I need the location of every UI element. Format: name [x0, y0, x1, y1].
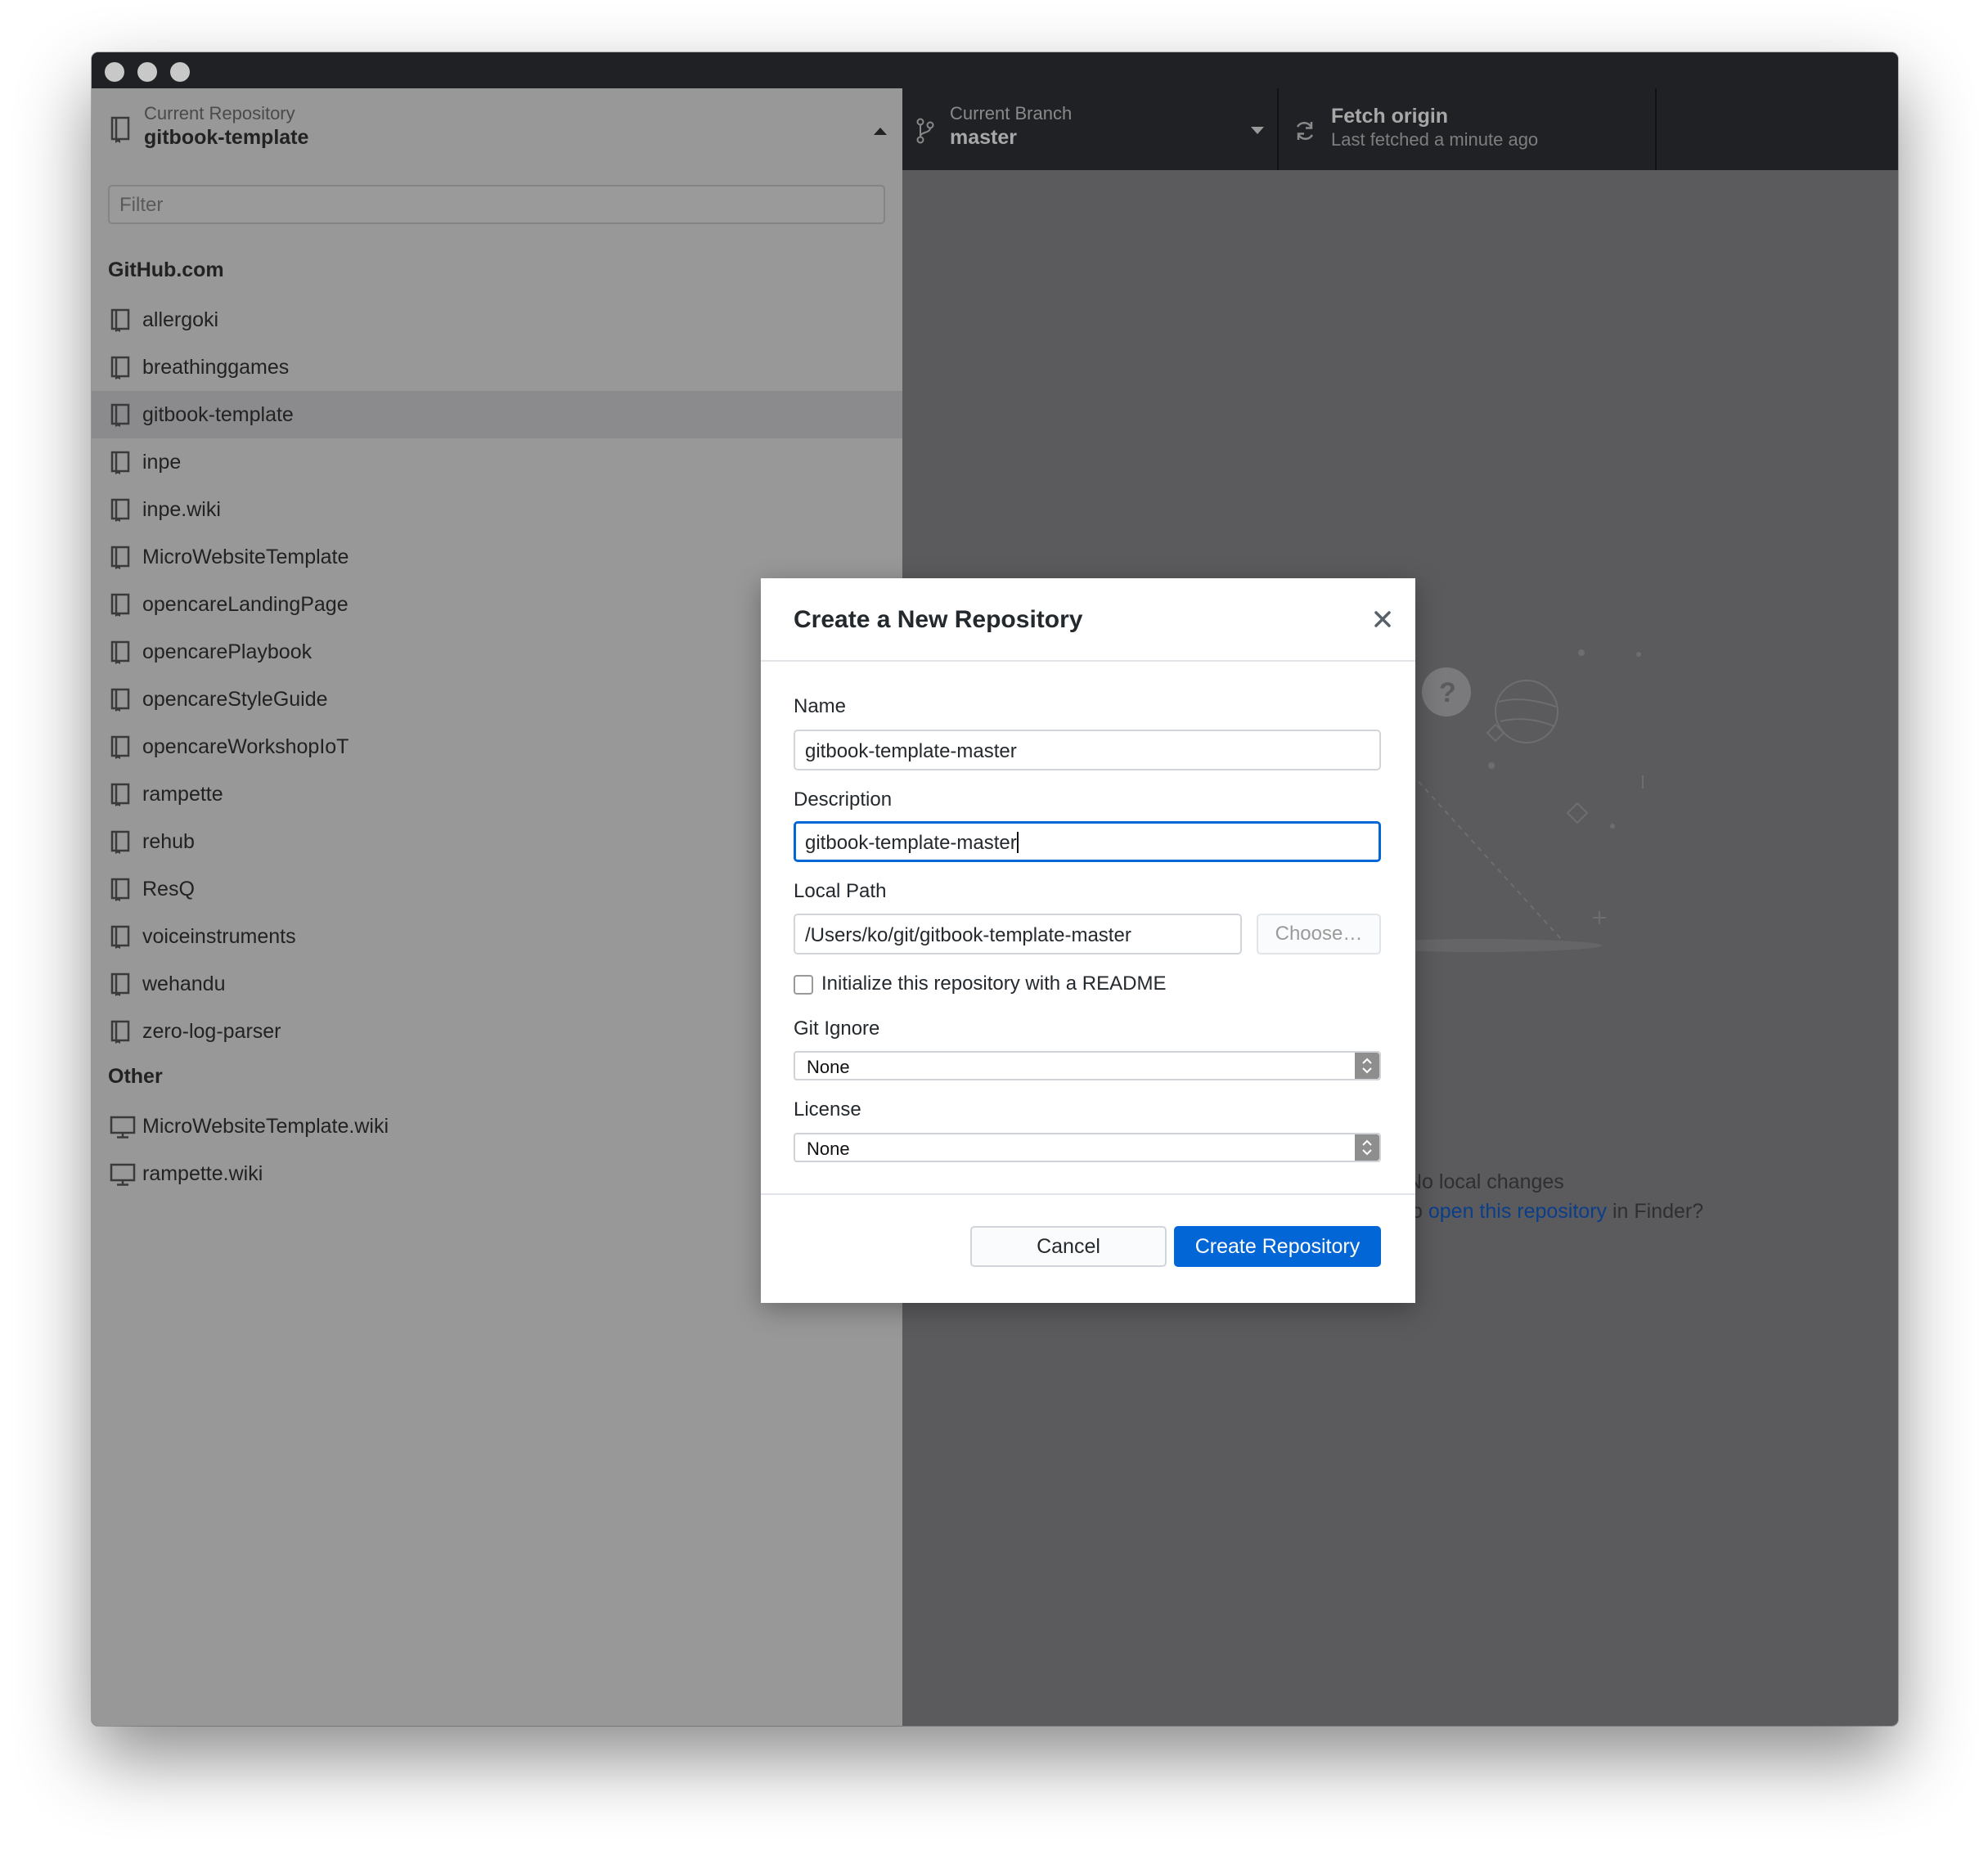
repo-icon [110, 1020, 131, 1049]
current-branch-button[interactable]: Current Branch master [902, 88, 1279, 170]
app-window: Current Repository gitbook-template Curr… [92, 52, 1898, 1726]
git-ignore-label: Git Ignore [794, 1017, 880, 1040]
repository-list-item-label: wehandu [142, 972, 226, 995]
cancel-button[interactable]: Cancel [970, 1226, 1167, 1267]
local-path-label: Local Path [794, 880, 887, 902]
dialog-footer: Cancel Create Repository [761, 1193, 1415, 1305]
repo-icon [110, 498, 131, 527]
open-repository-link[interactable]: open this repository [1428, 1200, 1607, 1223]
select-stepper-icon [1355, 1053, 1379, 1079]
repository-list-item[interactable]: gitbook-template [92, 391, 902, 438]
git-ignore-value: None [807, 1057, 850, 1077]
repo-icon [110, 593, 131, 622]
repo-icon [110, 735, 131, 764]
repo-icon [110, 783, 131, 811]
select-stepper-icon [1355, 1134, 1379, 1161]
fetch-origin-button[interactable]: Fetch origin Last fetched a minute ago [1279, 88, 1657, 170]
sidebar-group-title: Other [108, 1065, 163, 1088]
repository-list-item-label: opencareLandingPage [142, 593, 349, 616]
repository-list-item-label: gitbook-template [142, 403, 294, 426]
computer-icon [110, 1115, 136, 1143]
description-label: Description [794, 788, 893, 811]
repo-icon [110, 972, 131, 1001]
local-path-input[interactable]: /Users/ko/git/gitbook-template-master [794, 914, 1242, 954]
create-repository-button[interactable]: Create Repository [1174, 1226, 1381, 1267]
repo-icon [110, 116, 130, 143]
repo-icon [110, 308, 131, 337]
repo-icon [110, 451, 131, 479]
license-select[interactable]: None [794, 1133, 1381, 1162]
git-ignore-select[interactable]: None [794, 1051, 1381, 1080]
repository-list-item-label: opencareStyleGuide [142, 688, 328, 711]
minimize-window-button[interactable] [137, 62, 157, 82]
repository-list-item-label: opencareWorkshopIoT [142, 735, 349, 758]
dialog-title: Create a New Repository [794, 606, 1083, 633]
current-repository-button[interactable]: Current Repository gitbook-template [92, 88, 902, 170]
fetch-origin-label: Fetch origin [1331, 105, 1449, 128]
repository-list-item[interactable]: inpe [92, 438, 902, 486]
current-branch-label: Current Branch [950, 103, 1073, 124]
repository-list-item-label: rampette [142, 783, 223, 806]
description-input[interactable]: gitbook-template-master [794, 821, 1381, 862]
name-label: Name [794, 695, 847, 717]
repo-icon [110, 546, 131, 574]
repo-icon [110, 640, 131, 669]
repository-list-item-label: zero-log-parser [142, 1020, 281, 1043]
sidebar-group-title: GitHub.com [108, 258, 224, 281]
repo-icon [110, 830, 131, 859]
license-label: License [794, 1098, 861, 1121]
repository-list-item-label: inpe.wiki [142, 498, 221, 521]
computer-icon [110, 1162, 136, 1191]
repository-list-item[interactable]: MicroWebsiteTemplate [92, 533, 902, 581]
repository-list-item-label: inpe [142, 451, 182, 474]
repo-icon [110, 688, 131, 716]
repository-list-item[interactable]: inpe.wiki [92, 486, 902, 533]
text-caret [1016, 832, 1019, 853]
dialog-header: Create a New Repository [761, 578, 1415, 662]
repository-list-item-label: allergoki [142, 308, 219, 331]
repo-icon [110, 403, 131, 432]
repo-icon [110, 925, 131, 954]
open-in-finder-suffix: in Finder? [1607, 1200, 1704, 1223]
repository-list-item-label: rehub [142, 830, 195, 853]
caret-up-icon [874, 128, 887, 135]
git-branch-icon [916, 118, 934, 144]
repository-list-item-label: MicroWebsiteTemplate.wiki [142, 1115, 389, 1138]
repo-icon [110, 878, 131, 906]
choose-path-button[interactable]: Choose… [1257, 914, 1381, 954]
last-fetched-status: Last fetched a minute ago [1331, 129, 1539, 150]
repo-icon [110, 356, 131, 384]
repository-list-item-label: rampette.wiki [142, 1162, 263, 1185]
repository-list-item[interactable]: allergoki [92, 296, 902, 344]
close-window-button[interactable] [105, 62, 124, 82]
sync-icon [1296, 121, 1314, 141]
repository-list-item-label: voiceinstruments [142, 925, 296, 948]
repository-list-item-label: breathinggames [142, 356, 290, 379]
current-repository-label: Current Repository [144, 103, 295, 124]
title-bar [92, 52, 1898, 89]
repository-list-item-label: MicroWebsiteTemplate [142, 546, 349, 568]
license-value: None [807, 1139, 850, 1159]
readme-checkbox[interactable] [794, 975, 813, 995]
zoom-window-button[interactable] [170, 62, 190, 82]
svg-text:?: ? [1439, 677, 1456, 708]
readme-checkbox-label: Initialize this repository with a README [821, 972, 1167, 995]
toolbar: Current Repository gitbook-template Curr… [92, 88, 1898, 170]
no-local-changes-text: No local changes [1407, 1170, 1564, 1193]
create-repository-dialog: Create a New Repository Name gitbook-tem… [761, 578, 1415, 1303]
description-value: gitbook-template-master [805, 832, 1017, 854]
caret-down-icon [1251, 127, 1264, 134]
filter-input[interactable]: Filter [108, 185, 885, 224]
repository-list-item[interactable]: breathinggames [92, 344, 902, 391]
open-in-finder-text: o open this repository in Finder? [1411, 1200, 1703, 1224]
repository-list-item-label: ResQ [142, 878, 195, 901]
current-branch-name: master [950, 126, 1017, 149]
close-icon[interactable] [1366, 603, 1399, 636]
current-repository-name: gitbook-template [144, 126, 309, 149]
repository-list-item-label: opencarePlaybook [142, 640, 313, 663]
name-input[interactable]: gitbook-template-master [794, 730, 1381, 770]
